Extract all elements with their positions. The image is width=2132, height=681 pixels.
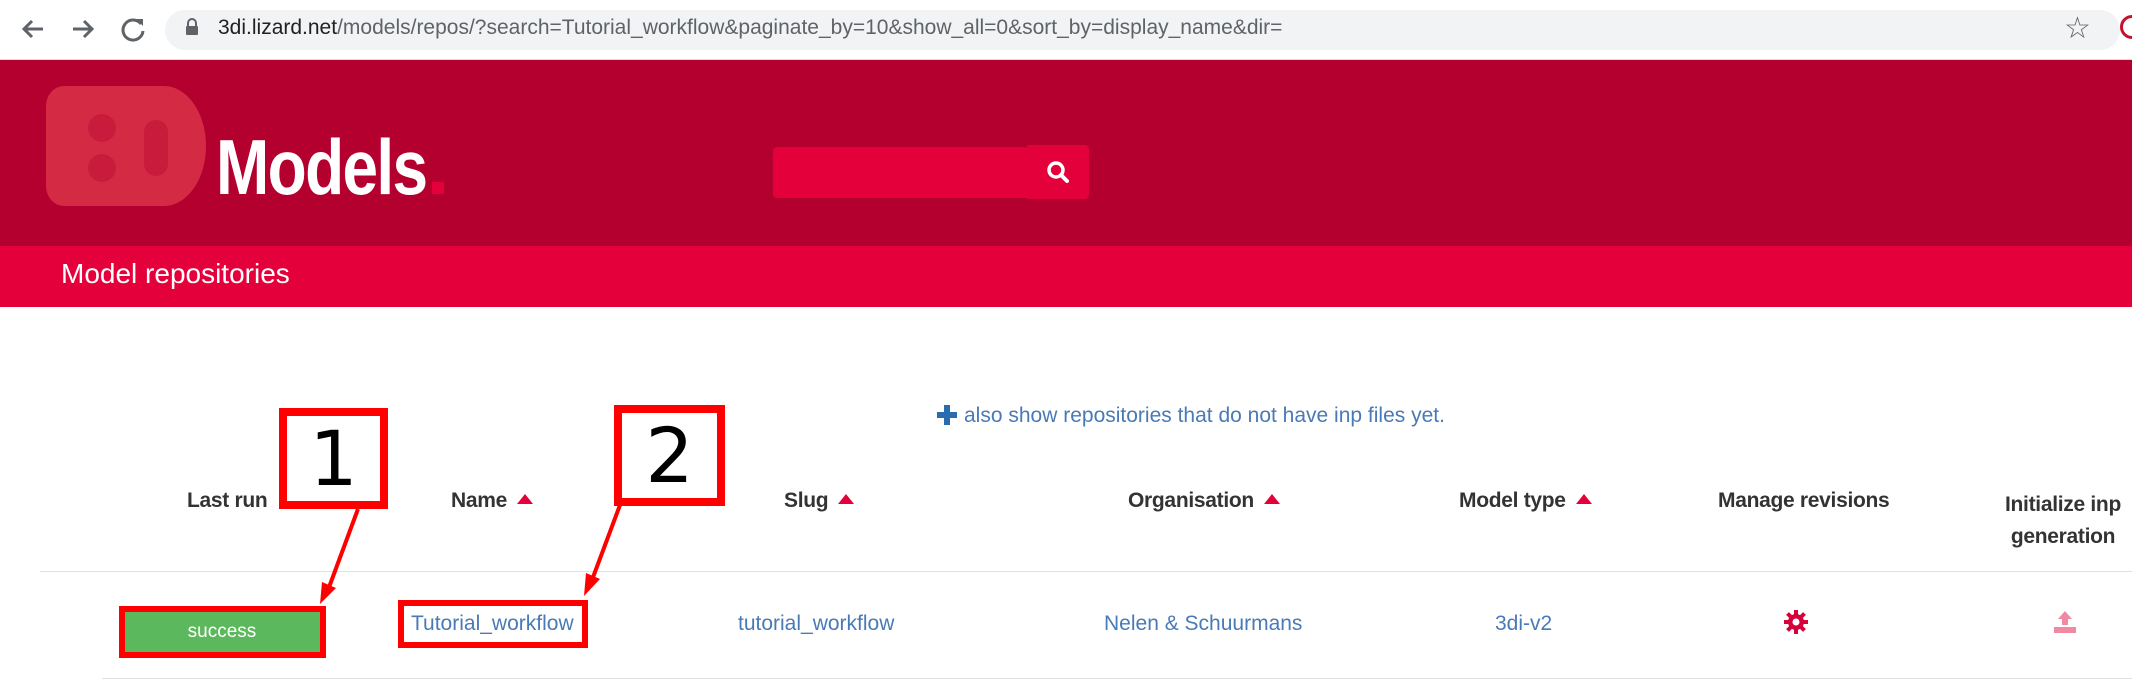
column-header-manage-revisions: Manage revisions: [1718, 489, 1890, 512]
sort-asc-icon: [517, 494, 533, 504]
show-all-label: also show repositories that do not have …: [964, 404, 1445, 427]
forward-arrow-icon[interactable]: [66, 12, 100, 46]
url-host: 3di.lizard.net: [218, 16, 338, 39]
show-all-repositories-link[interactable]: also show repositories that do not have …: [937, 402, 1445, 428]
column-header-initialize-inp: Initialize inp generation: [2005, 493, 2121, 548]
annotation-box-2: [398, 600, 588, 648]
bookmark-star-icon[interactable]: ☆: [2064, 12, 2091, 46]
repo-slug-link[interactable]: tutorial_workflow: [738, 612, 894, 636]
back-arrow-icon[interactable]: [16, 12, 50, 46]
logo-text[interactable]: Models: [216, 122, 428, 213]
url-text[interactable]: 3di.lizard.net/models/repos/?search=Tuto…: [218, 16, 1282, 40]
initialize-upload-icon[interactable]: [2052, 609, 2078, 635]
column-header-slug[interactable]: Slug: [784, 489, 855, 513]
annotation-label-1: 1: [279, 408, 388, 509]
annotation-arrow-1-head: [320, 582, 336, 604]
sort-asc-icon: [1263, 494, 1280, 504]
annotation-label-2: 2: [614, 405, 725, 506]
lock-icon: [186, 18, 198, 35]
url-path: /models/repos/?search=Tutorial_workflow&…: [337, 16, 1283, 39]
subheader-bar: [0, 246, 2132, 307]
annotation-box-1: [119, 606, 326, 658]
row-divider: [102, 678, 2132, 679]
sort-asc-icon: [838, 494, 855, 504]
sort-asc-icon: [1575, 494, 1592, 504]
model-type-link[interactable]: 3di-v2: [1495, 612, 1552, 636]
column-header-model-type[interactable]: Model type: [1459, 489, 1592, 513]
logo-dot: [432, 182, 444, 194]
column-header-last-run: Last run: [187, 489, 268, 512]
reload-icon[interactable]: [116, 12, 150, 46]
search-button[interactable]: [1027, 145, 1089, 199]
plus-icon: [937, 405, 957, 425]
search-icon: [1047, 161, 1069, 183]
gear-icon[interactable]: [1783, 609, 1809, 635]
search-input[interactable]: [773, 147, 1033, 198]
3di-logo-mark[interactable]: [44, 76, 206, 212]
page-title: Model repositories: [61, 258, 290, 289]
organisation-link[interactable]: Nelen & Schuurmans: [1104, 612, 1302, 636]
annotation-arrow-2-head: [584, 573, 600, 596]
column-header-name[interactable]: Name: [451, 489, 533, 513]
header-divider: [40, 571, 2132, 572]
column-header-organisation[interactable]: Organisation: [1128, 489, 1280, 513]
